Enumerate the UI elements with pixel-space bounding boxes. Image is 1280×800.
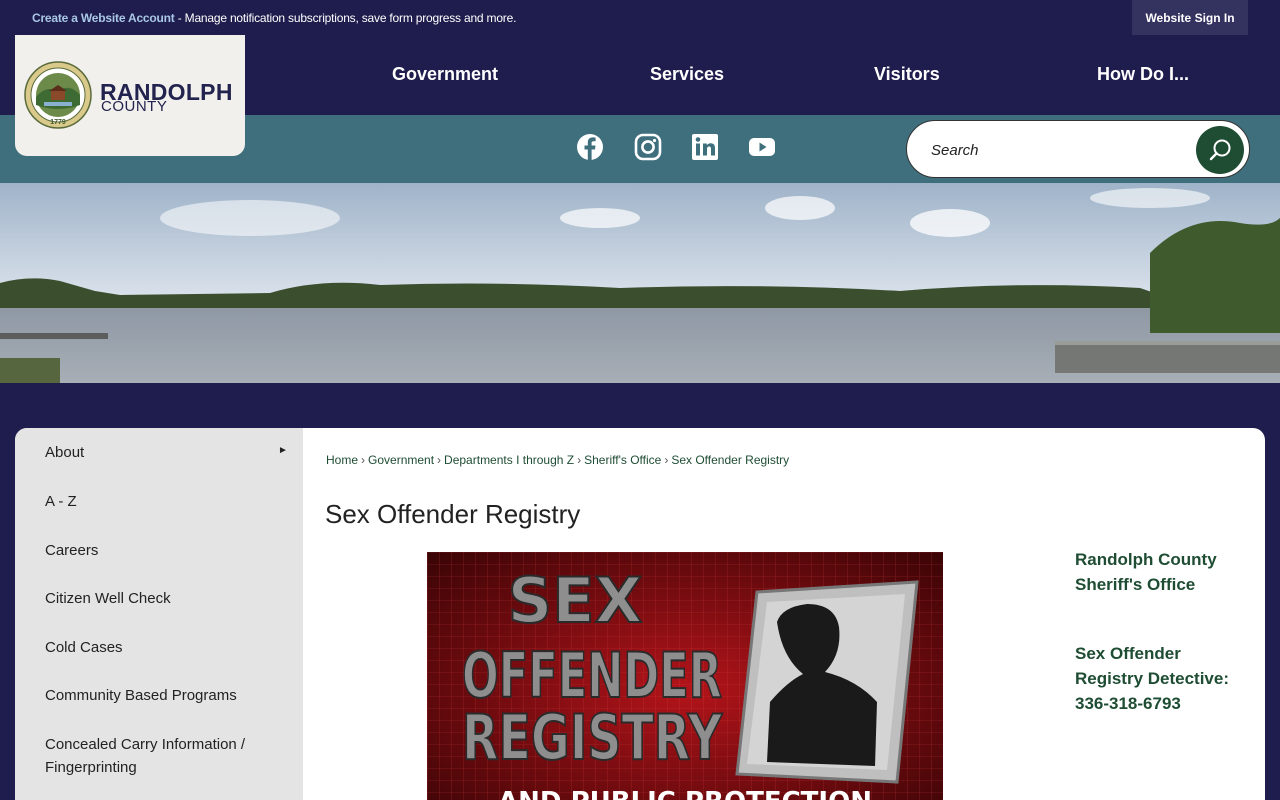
search-form <box>906 120 1250 178</box>
sidebar-item-concealed-carry[interactable]: Concealed Carry Information / Fingerprin… <box>45 733 285 779</box>
breadcrumb-government[interactable]: Government <box>368 453 434 467</box>
facebook-icon[interactable] <box>575 132 605 162</box>
contact-detective: Sex Offender Registry Detective: 336-318… <box>1075 644 1230 713</box>
nav-how-do-i[interactable]: How Do I... <box>1097 64 1189 85</box>
page-title: Sex Offender Registry <box>325 499 581 529</box>
nav-government[interactable]: Government <box>392 64 498 85</box>
county-logo[interactable]: 1779 RANDOLPH COUNTY <box>15 35 245 156</box>
top-notification-bar: Create a Website Account - Manage notifi… <box>0 0 1280 35</box>
registry-poster-image: SEX OFFENDER REGISTRY AND PUBLIC PROTECT… <box>427 552 943 800</box>
instagram-icon[interactable] <box>633 132 663 162</box>
contact-office: Randolph County Sheriff's Office <box>1075 550 1217 594</box>
breadcrumb-current[interactable]: Sex Offender Registry <box>671 453 789 467</box>
sidebar-item-a-z[interactable]: A - Z <box>45 490 285 513</box>
create-account-link[interactable]: Create a Website Account <box>32 11 175 25</box>
sidebar-item-citizen-well-check[interactable]: Citizen Well Check <box>45 587 285 610</box>
content-card: About ► A - Z Careers Citizen Well Check… <box>15 428 1265 800</box>
youtube-icon[interactable] <box>747 132 777 162</box>
poster-line1: SEX <box>508 564 643 637</box>
svg-text:1779: 1779 <box>50 119 66 126</box>
nav-services[interactable]: Services <box>650 64 724 85</box>
sidebar-item-cold-cases[interactable]: Cold Cases <box>45 636 285 659</box>
search-icon <box>1209 139 1231 161</box>
logo-subtitle: COUNTY <box>101 98 168 115</box>
breadcrumb-sheriffs-office[interactable]: Sheriff's Office <box>584 453 661 467</box>
search-button[interactable] <box>1196 126 1244 174</box>
linkedin-icon[interactable] <box>690 132 720 162</box>
poster-line3: REGISTRY <box>462 701 723 774</box>
sidebar-item-community-based-programs[interactable]: Community Based Programs <box>45 684 285 707</box>
sidebar-nav: About ► A - Z Careers Citizen Well Check… <box>15 428 303 800</box>
poster-line4: AND PUBLIC PROTECTION <box>498 787 872 800</box>
sign-in-button[interactable]: Website Sign In <box>1132 0 1248 35</box>
sidebar-item-careers[interactable]: Careers <box>45 539 285 562</box>
expand-arrow-icon[interactable]: ► <box>278 445 288 456</box>
breadcrumb-home[interactable]: Home <box>326 453 358 467</box>
account-message-text: - Manage notification subscriptions, sav… <box>174 11 517 25</box>
county-seal-icon: 1779 <box>24 61 92 129</box>
lake-banner-image <box>0 183 1280 383</box>
nav-visitors[interactable]: Visitors <box>874 64 940 85</box>
account-message: Create a Website Account - Manage notifi… <box>32 11 516 25</box>
breadcrumb-departments[interactable]: Departments I through Z <box>444 453 574 467</box>
breadcrumb: Home › Government › Departments I through Z ›… <box>326 453 790 467</box>
search-input[interactable] <box>931 139 1181 161</box>
sidebar-item-about[interactable]: About <box>45 441 285 464</box>
